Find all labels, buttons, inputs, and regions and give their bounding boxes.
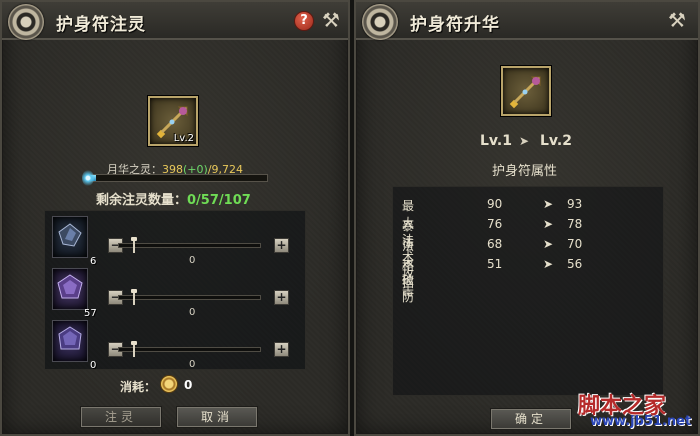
slider-track[interactable] — [118, 243, 261, 248]
arrow-right-icon: ➤ — [543, 197, 554, 211]
remaining-value: 0/57/107 — [187, 193, 251, 208]
arrow-right-icon: ➤ — [543, 217, 554, 231]
slider-thumb[interactable] — [131, 341, 137, 357]
titlebar[interactable]: 护身符升华 ⚒ — [356, 2, 698, 40]
slot-value: 0 — [189, 307, 196, 318]
slot-value: 0 — [189, 255, 196, 266]
coin-icon — [160, 375, 178, 393]
panel-title: 护身符注灵 — [56, 15, 146, 35]
attribute-old: 76 — [487, 217, 503, 231]
gear-icon — [362, 4, 398, 40]
gear-icon — [8, 4, 44, 40]
help-button[interactable]: ? — [294, 11, 314, 31]
remaining-label: 剩余注灵数量： — [96, 193, 188, 208]
attribute-new: 78 — [567, 217, 583, 231]
gem-icon[interactable] — [52, 320, 88, 362]
attribute-new: 93 — [567, 197, 583, 211]
gem-icon[interactable] — [52, 268, 88, 310]
confirm-button[interactable]: 确定 — [490, 408, 572, 430]
remaining-infuse: 剩余注灵数量：0/57/107 — [96, 189, 251, 208]
slider-thumb[interactable] — [131, 289, 137, 305]
amulet-item-icon[interactable]: Lv.2 — [148, 96, 198, 146]
attribute-old: 51 — [487, 257, 503, 271]
titlebar[interactable]: 护身符注灵 ? ⚒ — [2, 2, 348, 40]
gem-slot: 57 − + 0 — [48, 268, 298, 320]
arrow-right-icon: ➤ — [543, 257, 554, 271]
inject-button[interactable]: 注灵 — [80, 406, 162, 428]
gem-count: 6 — [90, 256, 97, 267]
increase-button[interactable]: + — [274, 238, 289, 253]
gem-icon[interactable] — [52, 216, 88, 258]
level-from: Lv.1 — [480, 133, 512, 149]
attribute-old: 90 — [487, 197, 503, 211]
gem-count: 57 — [84, 308, 97, 319]
close-tools-icon[interactable]: ⚒ — [320, 9, 342, 31]
attribute-new: 70 — [567, 237, 583, 251]
arrow-right-icon: ➤ — [543, 237, 554, 251]
slider-thumb[interactable] — [131, 237, 137, 253]
gem-slot: 6 − + 0 — [48, 216, 298, 268]
close-tools-icon[interactable]: ⚒ — [666, 9, 688, 31]
gem-slot: 0 − + 0 — [48, 320, 298, 372]
cost-value: 0 — [184, 378, 193, 392]
attribute-heading: 护身符属性 — [492, 164, 558, 179]
slot-value: 0 — [189, 359, 196, 370]
amulet-item-icon[interactable] — [501, 66, 551, 116]
level-to: Lv.2 — [540, 133, 572, 149]
panel-title: 护身符升华 — [410, 15, 500, 35]
arrow-right-icon: ➤ — [519, 134, 530, 148]
attribute-box — [392, 186, 664, 396]
cost-label: 消耗： — [120, 380, 157, 394]
increase-button[interactable]: + — [274, 290, 289, 305]
increase-button[interactable]: + — [274, 342, 289, 357]
slider-track[interactable] — [118, 347, 261, 352]
attribute-new: 56 — [567, 257, 583, 271]
violet-gem-icon — [58, 326, 82, 350]
essence-glow-icon — [82, 170, 94, 186]
watermark-url: www.jb51.net — [590, 414, 692, 429]
slider-track[interactable] — [118, 295, 261, 300]
essence-progress-bar — [88, 174, 268, 182]
attribute-old: 68 — [487, 237, 503, 251]
cancel-button[interactable]: 取消 — [176, 406, 258, 428]
attribute-name: 格挡 — [402, 259, 415, 290]
purple-gem-icon — [57, 274, 83, 299]
item-level-badge: Lv.2 — [173, 133, 194, 144]
dark-gem-icon — [58, 223, 82, 247]
gem-count: 0 — [90, 360, 97, 371]
amulet-icon — [509, 76, 541, 109]
